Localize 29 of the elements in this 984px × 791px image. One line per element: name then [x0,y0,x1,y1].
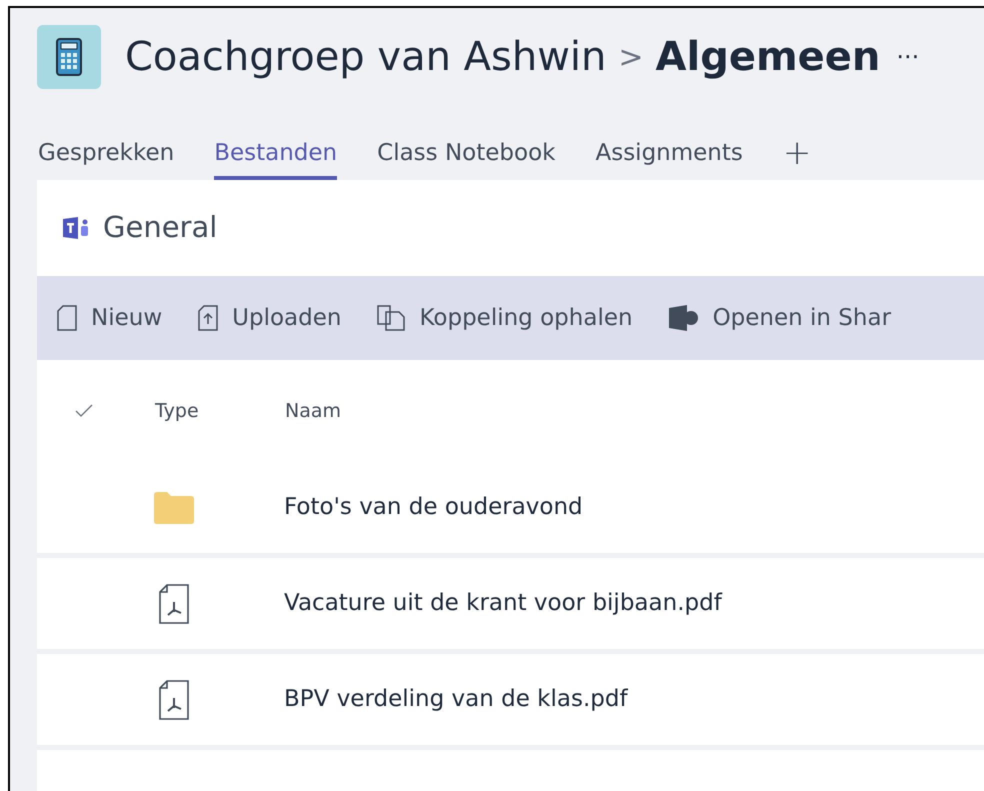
sharepoint-icon [668,305,699,331]
add-tab-button[interactable]: + [782,136,812,176]
file-row[interactable]: Foto's van de ouderavond [37,462,984,558]
toolbar-button[interactable]: Nieuw [57,300,162,336]
file-row[interactable]: BPV verdeling van de klas.pdf [37,654,984,750]
column-header[interactable]: Type [155,396,285,426]
file-name: Vacature uit de krant voor bijbaan.pdf [284,589,722,618]
check-icon[interactable] [75,404,93,418]
folder-icon [154,492,194,524]
toolbar-button[interactable]: Openen in Shar [668,300,892,336]
calculator-icon [37,25,101,89]
toolbar-button[interactable]: Uploaden [198,300,342,336]
copy-icon [377,305,406,331]
tab[interactable]: Gesprekken [38,136,174,180]
channel-name: Algemeen [656,33,880,82]
upload-icon [198,305,218,331]
teams-logo-icon [63,217,89,239]
file-name: Foto's van de ouderavond [284,493,583,522]
tab[interactable]: Assignments [595,136,743,180]
section-title: General [103,209,218,246]
toolbar-button[interactable]: Koppeling ophalen [377,300,633,336]
more-options[interactable]: ··· [896,39,920,75]
team-name[interactable]: Coachgroep van Ashwin [125,27,606,87]
column-header[interactable]: Naam [285,396,342,426]
breadcrumb-separator: > [618,38,644,76]
new-file-icon [57,305,77,331]
file-row[interactable]: Vacature uit de krant voor bijbaan.pdf [37,558,984,654]
tab[interactable]: Class Notebook [377,136,556,180]
file-name: BPV verdeling van de klas.pdf [284,685,628,714]
